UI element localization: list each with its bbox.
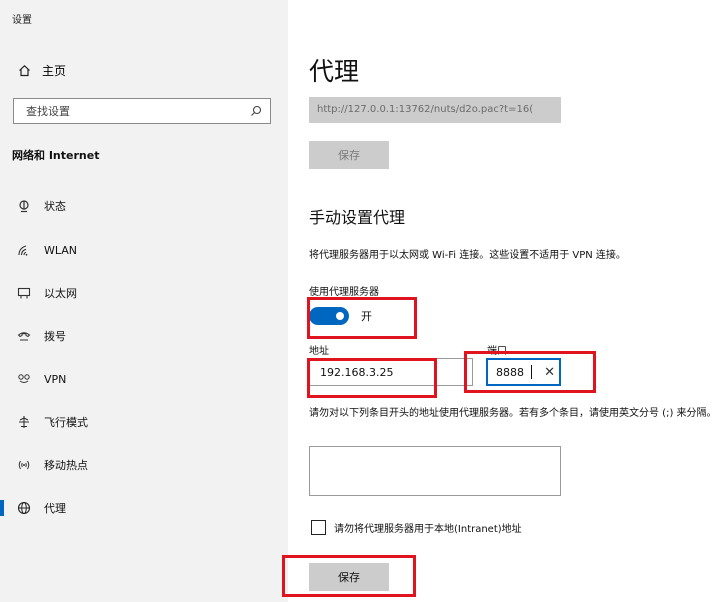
save-button[interactable]: 保存 [309,563,389,591]
sidebar-item-hotspot[interactable]: 移动热点 [0,450,288,480]
use-proxy-row: 开 [309,307,372,325]
search-icon[interactable] [250,102,262,121]
airplane-icon [14,415,34,429]
port-label: 端口 [487,346,507,357]
sidebar-item-label: 状态 [44,200,66,213]
manual-proxy-description: 将代理服务器用于以太网或 Wi-Fi 连接。这些设置不适用于 VPN 连接。 [309,250,626,261]
sidebar-item-label: VPN [44,372,67,386]
toggle-knob [336,312,344,320]
window-title: 设置 [12,15,32,26]
manual-proxy-heading: 手动设置代理 [309,208,406,227]
dialup-icon [14,329,34,343]
sidebar-item-label: 主页 [42,63,67,78]
address-label: 地址 [309,346,329,357]
wifi-icon [14,243,34,257]
sidebar-section-title: 网络和 Internet [12,149,100,162]
vpn-icon [14,372,34,386]
use-proxy-label: 使用代理服务器 [309,287,379,298]
toggle-state-label: 开 [361,310,372,323]
home-icon [16,64,32,77]
sidebar-item-wlan[interactable]: WLAN [0,235,288,265]
sidebar-item-label: 代理 [44,502,66,515]
clear-icon[interactable]: ✕ [544,366,555,379]
sidebar-item-proxy[interactable]: 代理 [0,493,288,523]
local-bypass-row: 请勿将代理服务器用于本地(Intranet)地址 [311,520,522,535]
sidebar-item-airplane[interactable]: 飞行模式 [0,407,288,437]
sidebar-item-dialup[interactable]: 拨号 [0,321,288,351]
script-address-field: http://127.0.0.1:13762/nuts/d2o.pac?t=16… [309,97,561,123]
auto-save-button: 保存 [309,141,389,169]
exceptions-input[interactable] [309,446,561,496]
sidebar-item-label: WLAN [44,243,78,257]
search-box[interactable] [13,98,271,124]
sidebar-item-label: 以太网 [44,287,77,300]
sidebar-item-label: 移动热点 [44,459,88,472]
search-input[interactable] [24,103,250,119]
sidebar-item-ethernet[interactable]: 以太网 [0,278,288,308]
text-caret [531,365,532,379]
local-bypass-checkbox[interactable] [311,520,326,535]
port-input[interactable] [496,365,530,379]
use-proxy-toggle[interactable] [309,307,349,325]
sidebar: 设置 主页 网络和 Internet 状态 WLAN 以太网 [0,0,288,602]
sidebar-item-home[interactable]: 主页 [16,58,66,82]
status-icon [14,199,34,213]
sidebar-item-label: 拨号 [44,330,66,343]
hotspot-icon [14,458,34,472]
page-title: 代理 [309,57,360,86]
exceptions-description: 请勿对以下列条目开头的地址使用代理服务器。若有多个条目，请使用英文分号 (;) … [309,408,715,419]
local-bypass-label: 请勿将代理服务器用于本地(Intranet)地址 [334,524,522,535]
proxy-settings-pane: 代理 http://127.0.0.1:13762/nuts/d2o.pac?t… [309,0,715,602]
ethernet-icon [14,286,34,300]
address-input[interactable] [309,358,473,386]
sidebar-item-status[interactable]: 状态 [0,191,288,221]
port-field[interactable]: ✕ [486,358,561,386]
globe-icon [14,501,34,515]
sidebar-item-vpn[interactable]: VPN [0,364,288,394]
sidebar-item-label: 飞行模式 [44,416,88,429]
